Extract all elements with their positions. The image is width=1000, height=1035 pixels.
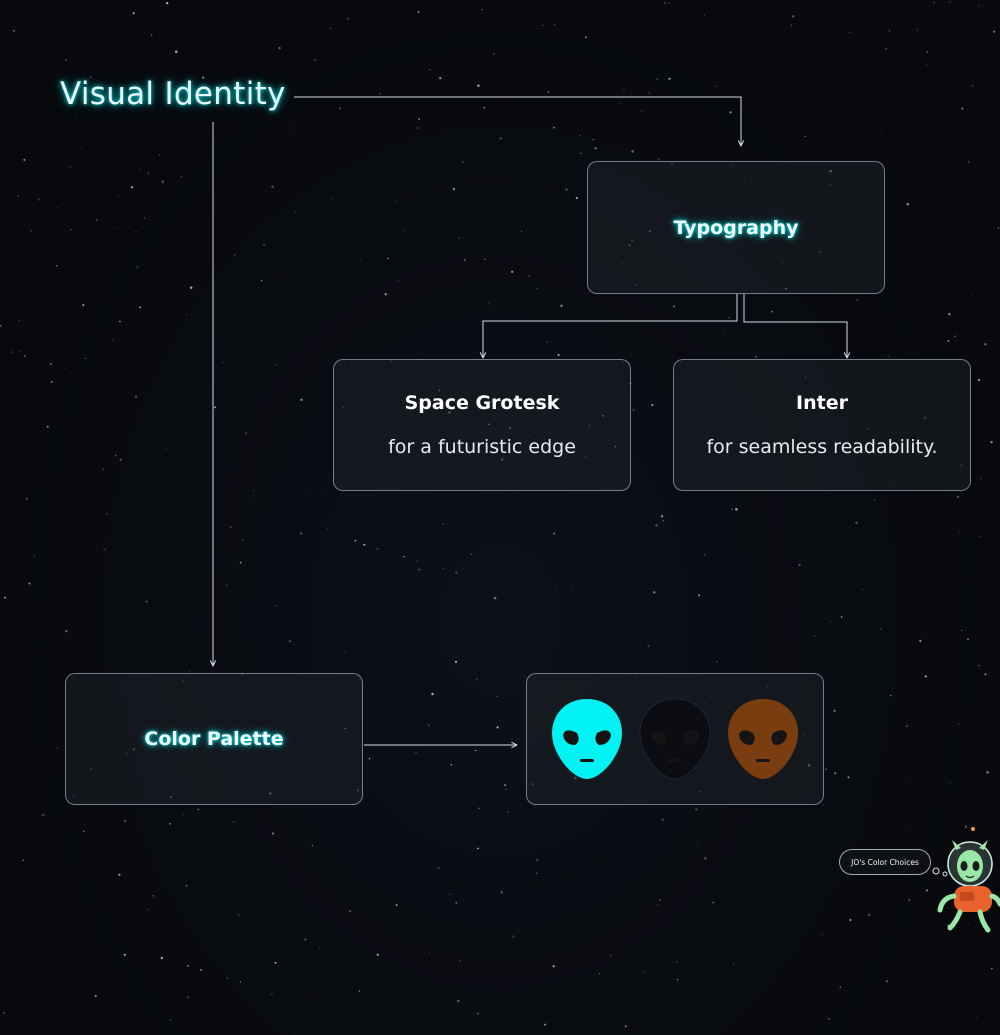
color-swatches-node[interactable]: [526, 673, 824, 805]
font-node-space-grotesk[interactable]: Space Grotesk for a futuristic edge: [333, 359, 631, 491]
font-node-inter[interactable]: Inter for seamless readability.: [673, 359, 971, 491]
color-palette-label: Color Palette: [144, 728, 284, 750]
font-description: for a futuristic edge: [388, 436, 576, 458]
alien-head-icon: [639, 697, 711, 781]
font-name: Space Grotesk: [404, 392, 560, 414]
diagram-title: Visual Identity: [60, 76, 286, 112]
connector-title-to-typography: [294, 96, 741, 146]
color-palette-node[interactable]: Color Palette: [65, 673, 363, 805]
font-name: Inter: [796, 392, 848, 414]
alien-head-icon: [727, 697, 799, 781]
font-description: for seamless readability.: [706, 436, 938, 458]
typography-label: Typography: [673, 216, 799, 239]
connector-typography-to-inter: [743, 294, 847, 358]
thought-bubble-text: JO's Color Choices: [851, 857, 919, 867]
alien-head-icon: [551, 697, 623, 781]
thought-bubble: JO's Color Choices: [839, 849, 931, 875]
astronaut-alien-mascot-icon: [930, 824, 1000, 934]
connectors: [0, 96, 1000, 1035]
diagram-canvas: Visual Identity Typography Space Grotesk…: [0, 0, 1000, 1035]
typography-node[interactable]: Typography: [587, 161, 885, 294]
connector-typography-to-space-grotesk: [483, 294, 738, 358]
